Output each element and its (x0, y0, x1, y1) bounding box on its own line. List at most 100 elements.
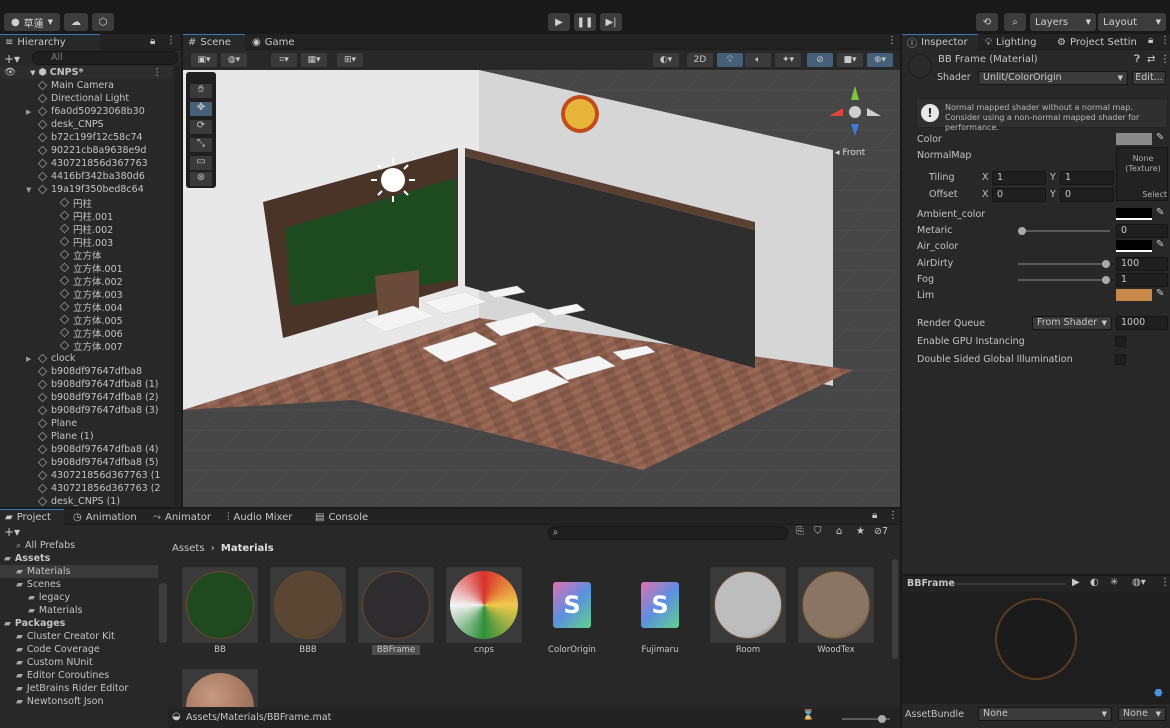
project-tree-item[interactable]: ▰ Materials (0, 565, 158, 578)
asset-item[interactable] (182, 669, 258, 707)
hierarchy-item[interactable]: 430721856d367763 (37, 157, 148, 170)
slider-knob[interactable] (1102, 260, 1110, 268)
hierarchy-item[interactable]: 立方体.002 (59, 274, 123, 288)
preview-resize-handle[interactable] (956, 583, 1066, 585)
lighting-toggle[interactable]: 💡︎ (717, 53, 743, 67)
history-button[interactable]: ⟲ (976, 13, 998, 31)
asset-item[interactable]: BBFrame (358, 567, 434, 657)
star-icon[interactable]: ★ (856, 526, 865, 537)
project-tree-item[interactable]: ▰ Assets (0, 552, 158, 565)
lock-icon[interactable]: 🔒︎ (1148, 35, 1153, 46)
hierarchy-item[interactable]: 円柱.003 (59, 235, 113, 249)
hierarchy-item[interactable]: Plane (37, 417, 77, 430)
asset-label-icon[interactable]: ⬣ (1154, 688, 1163, 699)
hierarchy-item[interactable]: b908df97647dfba8 (1) (37, 378, 159, 391)
search-button[interactable]: ⌕ (1004, 13, 1026, 31)
hierarchy-item[interactable]: desk_CNPS (1) (37, 495, 120, 506)
hierarchy-search-input[interactable]: All (32, 51, 178, 65)
move-tool[interactable]: ✥ (190, 102, 212, 116)
slider-knob[interactable] (878, 715, 886, 723)
more-icon[interactable]: ⋮ (153, 67, 163, 78)
scale-tool[interactable]: ⤡ (190, 138, 212, 152)
lim-color-swatch[interactable] (1116, 289, 1152, 301)
rotate-tool[interactable]: ⟳ (190, 120, 212, 134)
gizmos-dropdown[interactable]: ⊕▾ (867, 53, 893, 67)
assetbundle-dropdown[interactable]: None ▼ (978, 707, 1112, 721)
thumbnail-size-slider[interactable] (842, 715, 890, 723)
project-tree-item[interactable]: ⌕ All Prefabs (0, 539, 158, 552)
create-button[interactable]: +▾ (4, 525, 20, 539)
hierarchy-item[interactable]: 立方体.005 (59, 313, 123, 327)
hierarchy-item[interactable]: Main Camera (37, 79, 114, 92)
tab-scene[interactable]: # Scene (183, 34, 245, 50)
hierarchy-item[interactable]: b908df97647dfba8 (2) (37, 391, 159, 404)
collab-button[interactable]: ⬡ (92, 13, 114, 31)
globe-dropdown[interactable]: ◍▾ (221, 53, 247, 67)
2d-toggle[interactable]: 2D (687, 53, 713, 67)
slider-knob[interactable] (1102, 276, 1110, 284)
cloud-button[interactable]: ☁ (64, 13, 88, 31)
project-tree-item[interactable]: ▰ legacy (0, 591, 158, 604)
tiling-y-input[interactable]: 1 (1060, 171, 1114, 185)
visibility-icon[interactable]: 👁︎ (4, 67, 16, 78)
filter-by-label-icon[interactable]: ⛉ (814, 526, 822, 537)
account-dropdown[interactable]: ● 草蓮 ▼ (4, 13, 60, 31)
sphere-icon[interactable]: ◐ (1090, 577, 1099, 588)
tab-lighting[interactable]: 💡︎ Lighting (980, 34, 1050, 50)
hand-tool[interactable]: ✋︎ (190, 84, 212, 98)
edit-shader-button[interactable]: Edit... (1132, 71, 1166, 85)
asset-item[interactable]: Room (710, 567, 786, 657)
lock-icon[interactable]: 🔒︎ (150, 36, 155, 47)
project-tree-item[interactable]: ▰ Code Coverage (0, 643, 158, 656)
transform-tool[interactable]: ⊛ (190, 172, 212, 186)
project-search-input[interactable]: ⌕ (548, 526, 788, 540)
layers-dropdown[interactable]: Layers ▼ (1030, 13, 1096, 31)
lock-icon[interactable]: 🔒︎ (872, 510, 877, 521)
project-tree-item[interactable]: ▰ JetBrains Rider Editor (0, 682, 158, 695)
more-icon[interactable]: ⋮ (887, 35, 897, 46)
ambient-color-swatch[interactable] (1116, 208, 1152, 220)
hierarchy-item[interactable]: b908df97647dfba8 (37, 365, 142, 378)
metaric-slider[interactable] (1018, 227, 1110, 235)
project-tree-item[interactable]: ▰ Packages (0, 617, 158, 630)
hidden-objects-toggle[interactable]: ⊘ (807, 53, 833, 67)
chevron-down-icon[interactable]: ▼ (26, 186, 31, 194)
asset-item[interactable]: cnps (446, 567, 522, 657)
metaric-input[interactable]: 0 (1116, 224, 1168, 238)
increment-dropdown[interactable]: ⊞▾ (337, 53, 363, 67)
project-tree-item[interactable]: ▰ Custom NUnit (0, 656, 158, 669)
tab-animator[interactable]: ⤳ Animator (148, 509, 218, 525)
hierarchy-item[interactable]: b908df97647dfba8 (4) (37, 443, 159, 456)
scene-viewport[interactable]: ◂ Front ✋︎ ✥ ⟳ ⤡ ▭ ⊛ (183, 70, 900, 507)
tab-console[interactable]: ▤ Console (310, 509, 374, 525)
tab-hierarchy[interactable]: ≡ Hierarchy (0, 34, 100, 50)
help-icon[interactable]: ❓︎ (1134, 54, 1140, 65)
tab-audio-mixer[interactable]: ⫶ Audio Mixer (222, 509, 302, 525)
snap-dropdown[interactable]: ▦▾ (301, 53, 327, 67)
step-button[interactable]: ▶| (600, 13, 622, 31)
grid-scrollbar[interactable] (892, 559, 898, 659)
more-icon[interactable]: ⋮ (166, 35, 176, 46)
tiling-x-input[interactable]: 1 (992, 171, 1046, 185)
hierarchy-item[interactable]: 430721856d367763 (1 (37, 469, 160, 482)
fog-slider[interactable] (1018, 276, 1110, 284)
tab-project[interactable]: ▰ Project (0, 509, 64, 525)
airdirty-input[interactable]: 100 (1116, 257, 1168, 271)
hierarchy-item[interactable]: Plane (1) (37, 430, 94, 443)
project-tree-item[interactable]: ▰ Editor Coroutines (0, 669, 158, 682)
hierarchy-item[interactable]: 円柱 (59, 196, 92, 210)
material-preview-sphere[interactable] (995, 598, 1077, 680)
more-icon[interactable]: ⋮ (888, 510, 898, 521)
hierarchy-item[interactable]: 円柱.001 (59, 209, 113, 223)
eyedropper-icon[interactable]: ✎ (1156, 288, 1164, 299)
tab-inspector[interactable]: ⓘ Inspector (902, 34, 978, 50)
assetbundle-variant-dropdown[interactable]: None ▼ (1118, 707, 1166, 721)
scene-row[interactable]: 👁︎ ▼ ⬢ CNPS* ⋮ (0, 66, 172, 79)
hierarchy-item[interactable]: b908df97647dfba8 (3) (37, 404, 159, 417)
asset-item[interactable]: BB (182, 567, 258, 657)
camera-dropdown[interactable]: ■▾ (837, 53, 863, 67)
air-color-swatch[interactable] (1116, 240, 1152, 252)
hierarchy-item[interactable]: 立方体.007 (59, 339, 123, 353)
add-button[interactable]: +▾ (4, 52, 20, 66)
hierarchy-item[interactable]: ▶ clock (26, 352, 75, 365)
